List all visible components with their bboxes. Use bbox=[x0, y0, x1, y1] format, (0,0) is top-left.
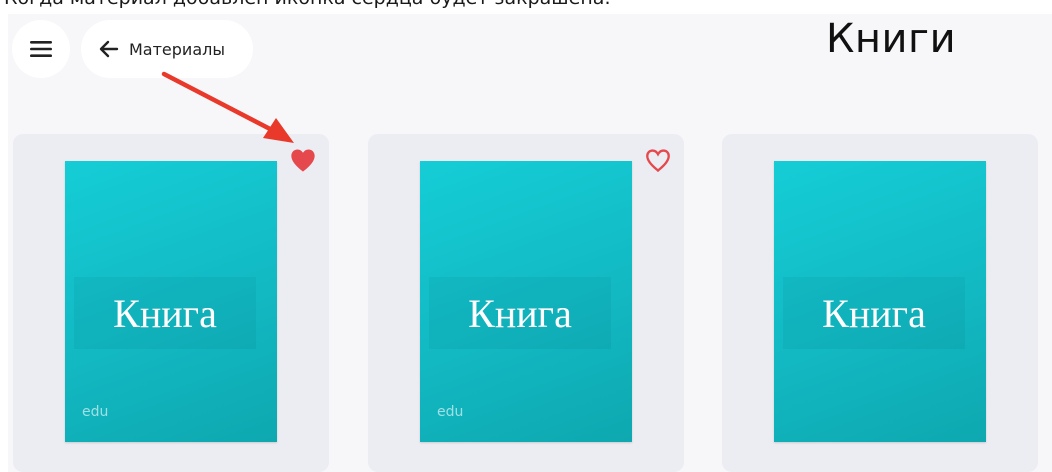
books-page: Материалы Книги Книга edu Книга edu Книг… bbox=[8, 14, 1052, 472]
back-to-materials-button[interactable]: Материалы bbox=[81, 20, 253, 78]
book-cover: Книга bbox=[774, 161, 986, 442]
annotation-caption: Когда материал добавлен иконка сердца бу… bbox=[4, 0, 610, 9]
back-button-label: Материалы bbox=[129, 39, 225, 59]
book-card[interactable]: Книга bbox=[722, 134, 1038, 472]
menu-button[interactable] bbox=[12, 20, 70, 78]
heart-filled-icon[interactable] bbox=[289, 147, 317, 173]
book-cover: Книга edu bbox=[65, 161, 277, 442]
book-cover: Книга edu bbox=[420, 161, 632, 442]
book-cover-title: Книга bbox=[822, 290, 926, 336]
book-card[interactable]: Книга edu bbox=[13, 134, 329, 472]
hamburger-menu-icon bbox=[30, 41, 52, 57]
arrow-left-icon bbox=[98, 38, 120, 60]
book-cover-title: Книга bbox=[468, 290, 572, 336]
book-cover-footer: edu bbox=[82, 404, 109, 420]
book-cover-footer: edu bbox=[437, 404, 464, 420]
book-card[interactable]: Книга edu bbox=[368, 134, 684, 472]
heart-outline-icon[interactable] bbox=[644, 147, 672, 173]
book-cover-title: Книга bbox=[113, 290, 217, 336]
page-title: Книги bbox=[826, 16, 957, 62]
